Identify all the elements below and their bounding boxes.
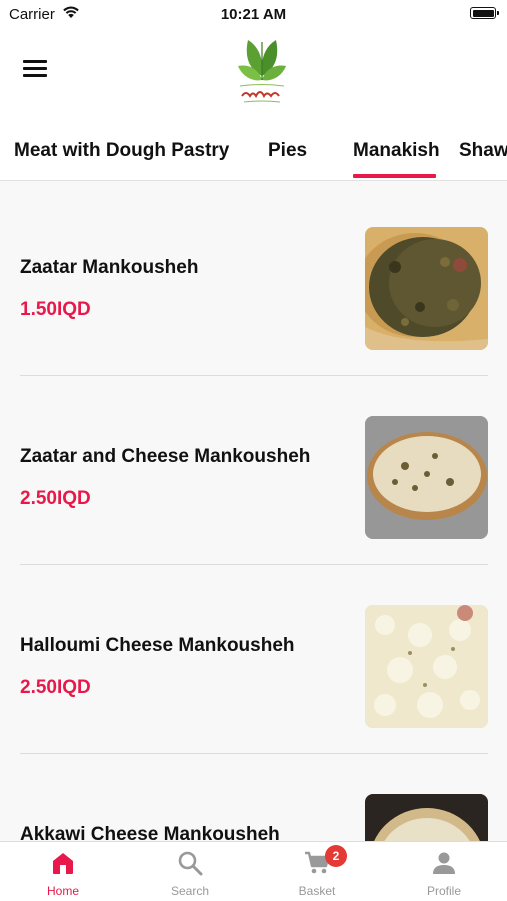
product-name: Halloumi Cheese Mankousheh [20,635,295,656]
bottom-tab-bar: Home Search 2 Basket Profile [0,841,507,901]
tab-manakish[interactable]: Manakish [353,140,440,162]
tabbar-basket[interactable]: 2 Basket [254,842,380,901]
product-item[interactable]: Zaatar and Cheese Mankousheh 2.50IQD [20,376,488,565]
leaf-logo-icon [238,40,286,103]
tabbar-label: Basket [298,884,336,898]
product-name: Akkawi Cheese Mankousheh [20,824,280,841]
product-price: 2.50IQD [20,677,91,698]
product-name: Zaatar Mankousheh [20,257,199,278]
hamburger-icon[interactable] [23,60,47,80]
tabbar-label: Home [46,884,79,898]
tabbar-label: Search [170,884,210,898]
active-tab-indicator [353,174,436,178]
zaatar-manakish-photo [365,227,488,350]
home-icon [53,853,73,874]
category-tabs: Meat with Dough Pastry Pies Manakish Sha… [0,118,507,181]
status-bar: Carrier 10:21 AM [0,0,507,28]
product-item[interactable]: Halloumi Cheese Mankousheh 2.50IQD [20,565,488,754]
tab-shawarma[interactable]: Shaw [459,140,507,162]
product-price: 2.50IQD [20,488,91,509]
tabbar-search[interactable]: Search [127,842,253,901]
person-icon [433,852,455,874]
akkawi-manakish-photo [365,794,488,841]
product-price: 1.50IQD [20,299,91,320]
product-item[interactable]: Akkawi Cheese Mankousheh [20,754,488,841]
tabbar-profile[interactable]: Profile [381,842,507,901]
tab-pies[interactable]: Pies [268,140,307,162]
tabbar-home[interactable]: Home [0,842,126,901]
halloumi-manakish-photo [365,605,488,728]
basket-count-badge: 2 [325,845,347,867]
header [0,28,507,118]
tab-meat-with-dough-pastry[interactable]: Meat with Dough Pastry [14,140,229,162]
search-icon [178,851,203,876]
zaatar-cheese-manakish-photo [365,416,488,539]
product-item[interactable]: Zaatar Mankousheh 1.50IQD [20,187,488,376]
status-time: 10:21 AM [220,6,287,23]
tabbar-label: Profile [426,884,461,898]
battery-icon [470,7,499,19]
product-list[interactable]: Zaatar Mankousheh 1.50IQD Zaatar and Che… [0,180,507,841]
product-name: Zaatar and Cheese Mankousheh [20,446,311,467]
